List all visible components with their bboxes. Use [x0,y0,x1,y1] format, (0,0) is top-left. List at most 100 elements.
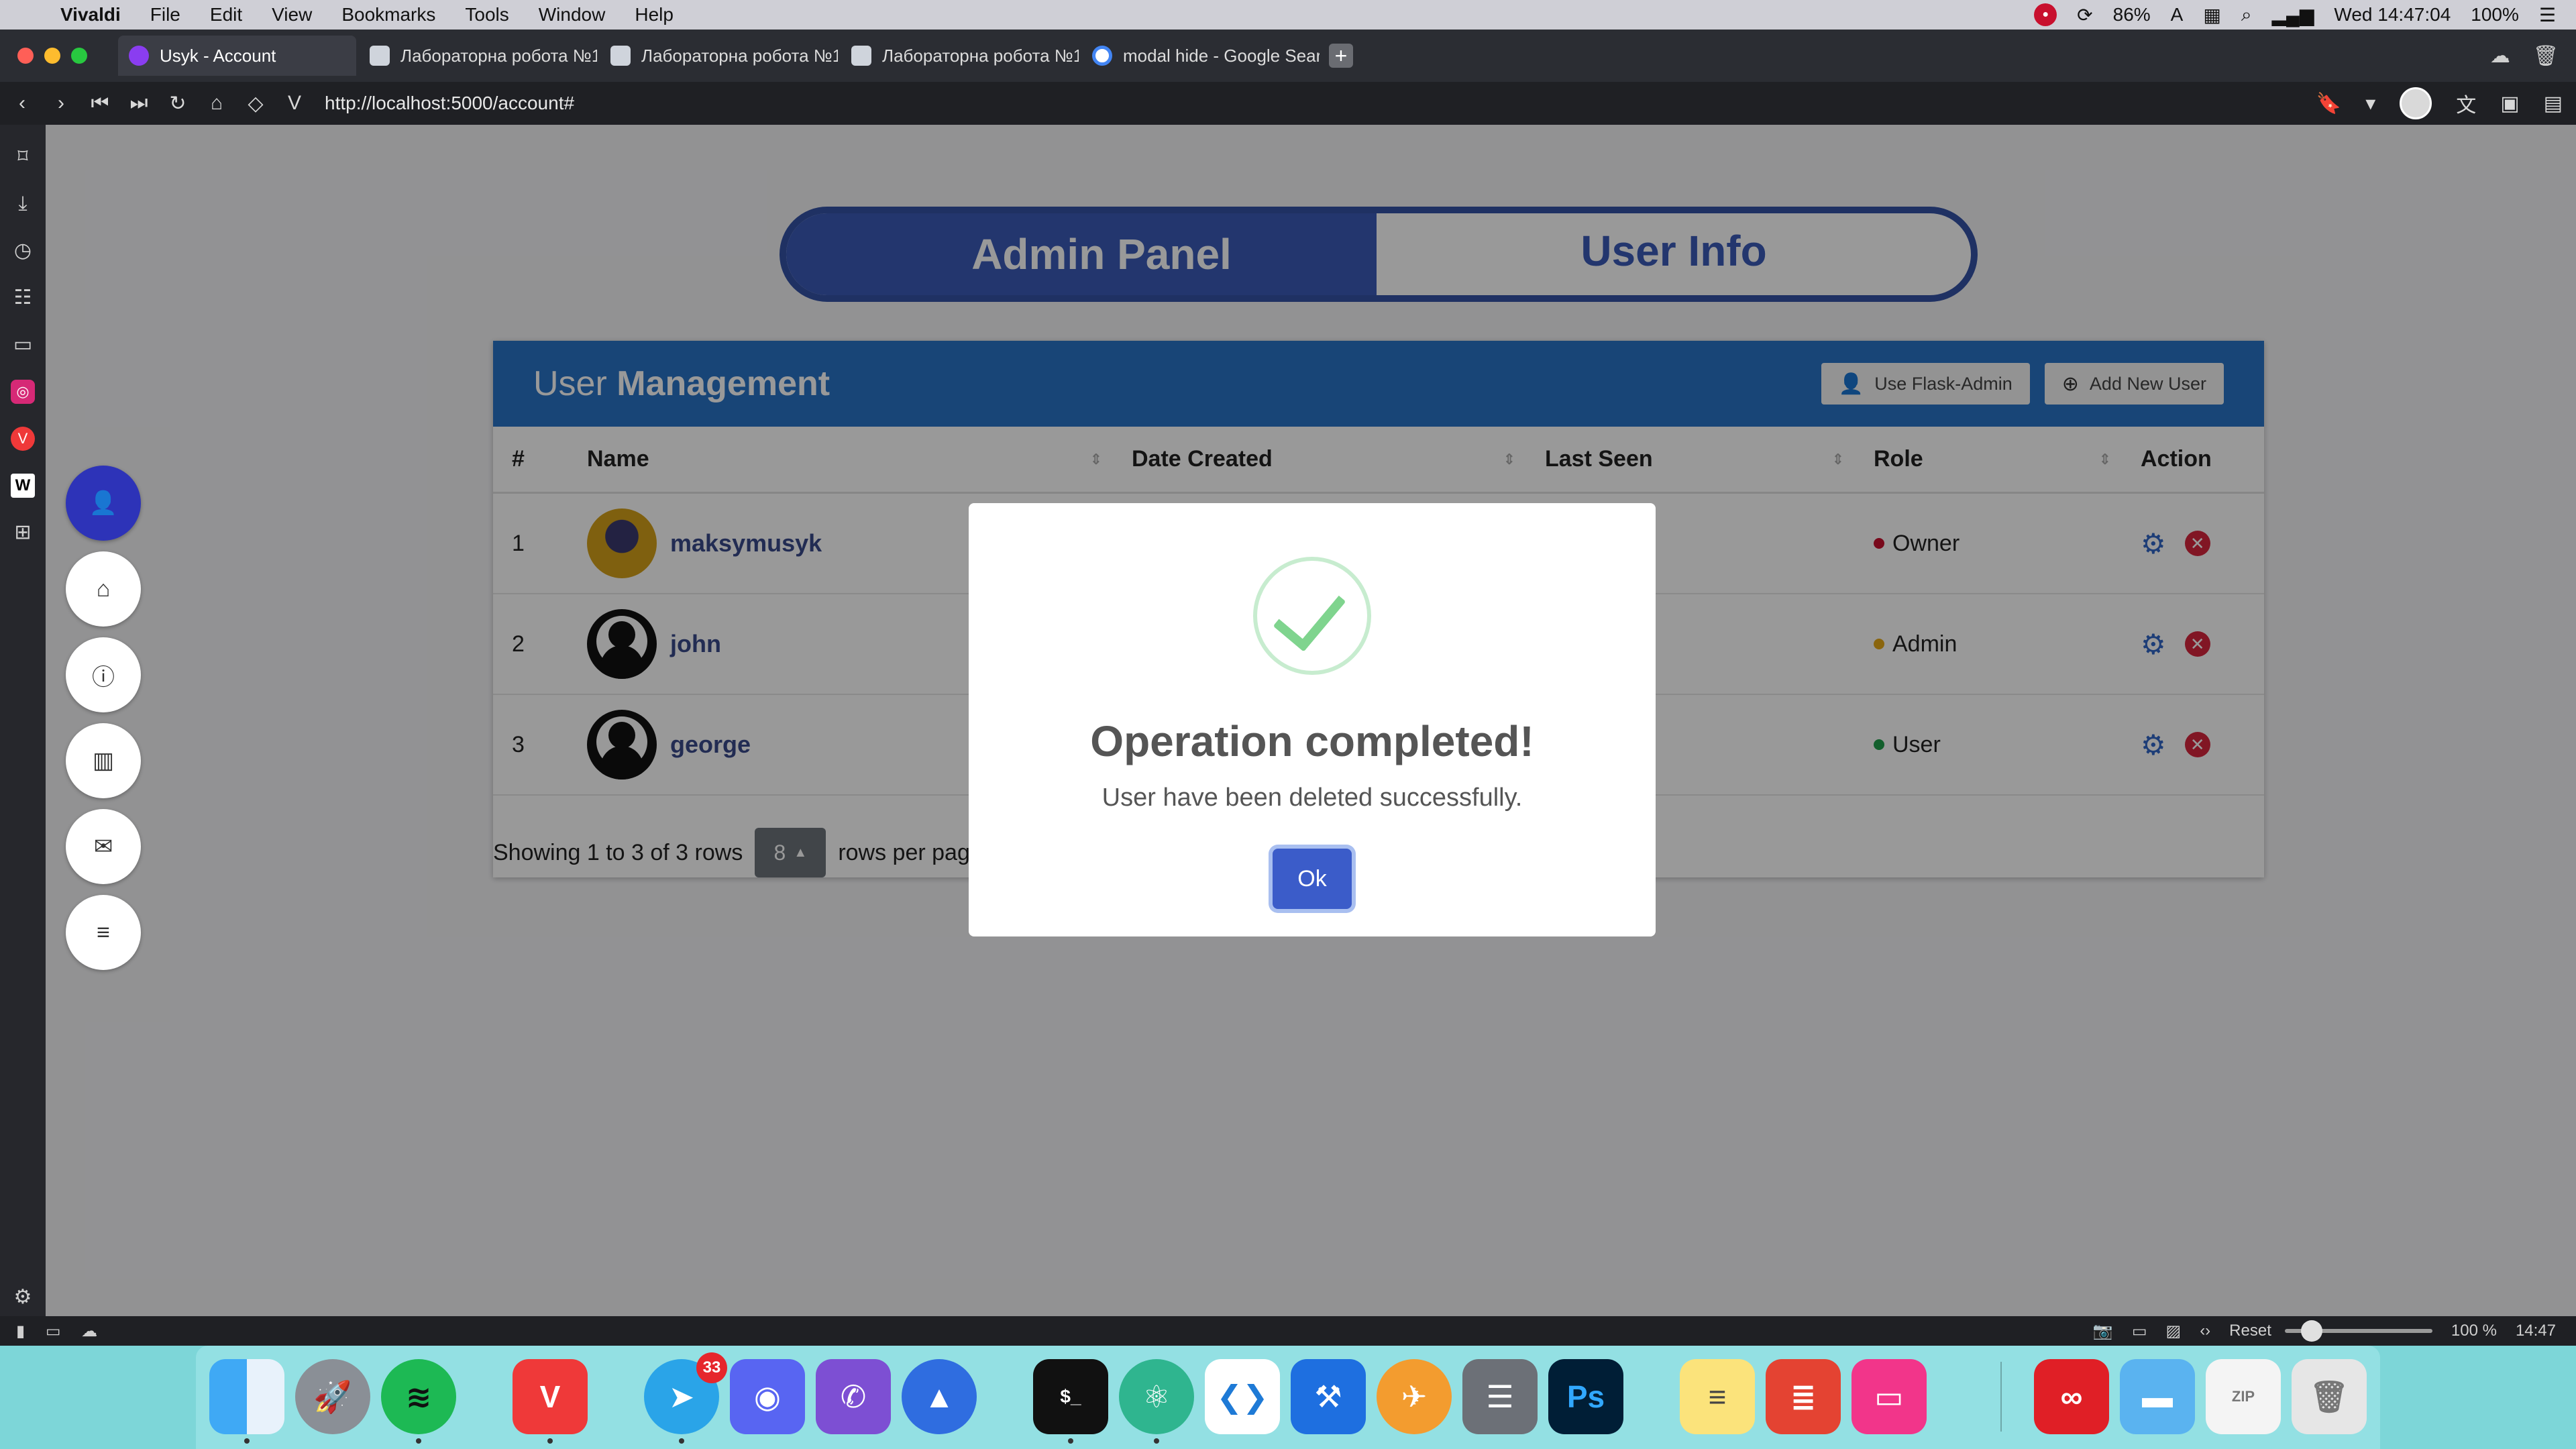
browser-status-bar: ▮ ▭ ☁ 📷 ▭ ▨ ‹› Reset 100 % 14:47 [0,1316,2576,1346]
tab-google-search[interactable]: modal hide - Google Sear [1081,36,1320,76]
wikipedia-panel-icon[interactable]: W [11,474,35,498]
reload-icon[interactable]: ↻ [161,92,195,115]
cloud-sync-icon[interactable]: ☁ [2490,44,2510,68]
telegram-icon[interactable]: ➤ 33 [644,1352,727,1444]
tab-bar-actions: ☁ 🗑 [2467,44,2559,68]
tab-tiling-icon[interactable]: ▭ [46,1322,61,1340]
menu-bookmarks[interactable]: Bookmarks [341,4,435,25]
folder-icon[interactable]: ▬ [2120,1359,2195,1434]
spark-mail-icon[interactable]: ▲ [902,1359,977,1434]
zoom-slider[interactable] [2284,1320,2432,1342]
terminal-icon[interactable]: $_ [1033,1359,1108,1444]
dropdown-chevron-icon[interactable]: ▾ [2365,92,2375,115]
ok-button[interactable]: Ok [1273,849,1352,909]
nav-list-button[interactable]: ≡ [66,895,141,970]
bookmark-icon[interactable]: 🔖 [2316,92,2341,115]
downloads-panel-icon[interactable]: ⤓ [11,192,35,216]
transmit-icon[interactable]: ✈ [1377,1359,1452,1434]
launchpad-icon[interactable]: 🚀 [295,1359,370,1434]
control-center-icon[interactable]: ☰ [2539,4,2556,26]
menu-tools[interactable]: Tools [465,4,508,25]
vivaldi-icon[interactable]: V [513,1359,588,1444]
nav-mail-button[interactable]: ✉ [66,809,141,884]
vivaldi-v-icon[interactable]: V [278,92,311,115]
code-icon[interactable]: ‹› [2200,1322,2210,1340]
database-icon[interactable]: ☰ [1462,1359,1538,1434]
discord-icon[interactable]: ◉ [730,1359,805,1434]
telegram-badge: 33 [696,1352,727,1383]
menu-help[interactable]: Help [635,4,674,25]
cleanmymac-icon[interactable]: ▭ [1851,1359,1927,1434]
notes-icon[interactable]: ≡ [1680,1359,1755,1434]
clock[interactable]: Wed 14:47:04 [2334,4,2451,25]
zoom-window-button[interactable] [71,48,87,64]
finder-icon[interactable] [209,1359,284,1444]
creative-cloud-icon[interactable]: ∞ [2034,1359,2109,1434]
new-tab-button[interactable]: + [1329,44,1353,68]
tab-lab-2[interactable]: Лабораторна робота №1 [600,36,838,76]
spotlight-search-icon[interactable]: ⌕ [2241,4,2252,26]
minimize-window-button[interactable] [44,48,60,64]
add-panel-icon[interactable]: ⊞ [11,521,35,545]
trash-bin-icon[interactable]: 🗑 [2292,1359,2367,1434]
signal-icon[interactable]: ▂▄▆ [2272,4,2314,26]
menu-app-name[interactable]: Vivaldi [60,4,121,25]
settings-gear-icon[interactable]: ⚙ [11,1285,35,1309]
notes-panel-icon[interactable]: ☷ [11,286,35,310]
input-source-icon[interactable]: A [2171,4,2184,25]
forward-icon[interactable]: › [44,92,78,115]
todoist-icon[interactable]: ≣ [1766,1359,1841,1434]
cloud-icon[interactable]: ☁ [81,1322,97,1340]
reader-view-icon[interactable]: ▤ [2544,92,2563,115]
profile-avatar[interactable] [2400,87,2432,119]
back-icon[interactable]: ‹ [5,92,39,115]
window-layout-icon[interactable]: ▦ [2203,4,2220,26]
zip-archive-icon[interactable]: ZIP [2206,1359,2281,1434]
vscode-icon[interactable]: ❮❯ [1205,1359,1280,1434]
spotify-icon[interactable]: ≋ [381,1359,456,1444]
fast-forward-icon[interactable]: ⏭ [122,92,156,115]
home-icon[interactable]: ⌂ [200,92,233,115]
sync-icon[interactable]: ⟳ [2077,4,2092,26]
address-bar-actions: 🔖 ▾ 文 ▣ ▤ [2292,87,2563,119]
atom-icon[interactable]: ⚛ [1119,1359,1194,1444]
nav-info-button[interactable]: ⓘ [66,637,141,712]
window-panel-icon[interactable]: ▭ [11,333,35,357]
extension-icon[interactable]: ▣ [2500,92,2519,115]
status-app-icon[interactable]: ● [2034,3,2057,26]
book-icon: ▥ [92,748,115,773]
vivaldi-side-panel: ⌑ ⤓ ◷ ☷ ▭ ◎ V W ⊞ ⚙ [0,125,46,1316]
nav-home-button[interactable]: ⌂ [66,551,141,627]
trash-icon[interactable]: 🗑 [2533,44,2559,68]
shield-icon[interactable]: ◇ [239,92,272,115]
menu-file[interactable]: File [150,4,180,25]
battery-status[interactable]: 86% [2113,4,2151,25]
camera-icon[interactable]: 📷 [2093,1322,2113,1341]
viber-icon[interactable]: ✆ [816,1359,891,1434]
menu-edit[interactable]: Edit [210,4,242,25]
menu-view[interactable]: View [272,4,312,25]
document-favicon-icon [851,46,871,66]
vivaldi-panel-icon[interactable]: V [11,427,35,451]
window-icon[interactable]: ▭ [2132,1322,2147,1341]
nav-account-button[interactable]: 👤 [66,466,141,541]
translate-icon[interactable]: 文 [2456,89,2476,118]
url-field[interactable]: http://localhost:5000/account# [325,93,574,114]
xcode-icon[interactable]: ⚒ [1291,1359,1366,1434]
panel-toggle-icon[interactable]: ▮ [16,1322,25,1340]
zoom-reset-button[interactable]: Reset [2229,1322,2271,1340]
zoom-slider-thumb[interactable] [2300,1320,2322,1342]
menu-window[interactable]: Window [539,4,606,25]
history-panel-icon[interactable]: ◷ [11,239,35,263]
image-icon[interactable]: ▨ [2166,1322,2182,1341]
tab-lab-3[interactable]: Лабораторна робота №1 [841,36,1079,76]
nav-book-button[interactable]: ▥ [66,723,141,798]
rewind-icon[interactable]: ⏮ [83,92,117,115]
tab-usyk-account[interactable]: Usyk - Account [118,36,356,76]
close-window-button[interactable] [17,48,34,64]
photoshop-icon[interactable]: Ps [1548,1359,1623,1434]
instagram-panel-icon[interactable]: ◎ [11,380,35,404]
bookmarks-panel-icon[interactable]: ⌑ [11,145,35,169]
power-status[interactable]: 100% [2471,4,2519,25]
tab-lab-1[interactable]: Лабораторна робота №1 [359,36,597,76]
